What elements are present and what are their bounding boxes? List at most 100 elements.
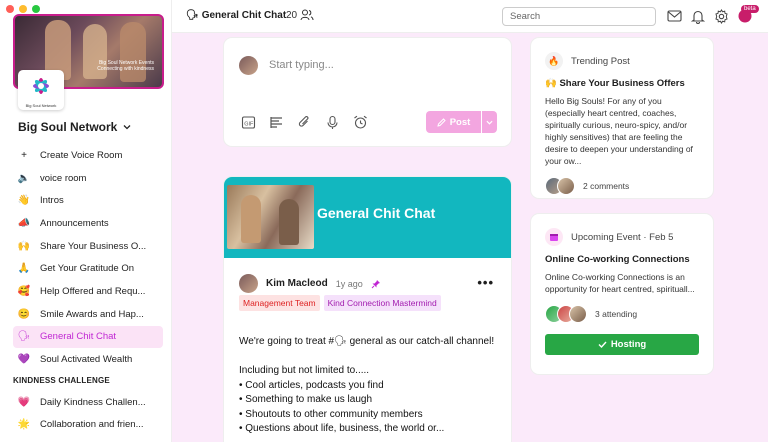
- member-count-value: 20: [286, 9, 298, 21]
- community-logo[interactable]: Big Soul Network: [18, 70, 64, 110]
- fire-icon: 🔥: [545, 52, 563, 70]
- member-count[interactable]: 20: [286, 9, 314, 21]
- post-bullet: • Cool articles, podcasts you find: [239, 379, 384, 391]
- members-icon: [300, 9, 314, 21]
- sidebar-item-label: Daily Kindness Challen...: [40, 396, 146, 408]
- plus-icon: +: [21, 149, 27, 161]
- community-switcher[interactable]: Big Soul Network: [18, 120, 131, 134]
- sidebar-item-soul-wealth[interactable]: 💜 Soul Activated Wealth: [13, 348, 163, 371]
- beta-feature-button[interactable]: beta: [737, 5, 759, 26]
- hero-title: General Chit Chat: [317, 205, 436, 221]
- pin-icon: [371, 279, 380, 288]
- section-header-kindness[interactable]: KINDNESS CHALLENGE: [13, 371, 163, 391]
- post-bullet: • Something to make us laugh: [239, 394, 373, 405]
- trending-header: 🔥 Trending Post: [531, 38, 713, 70]
- raised-hands-icon: 🙌: [17, 240, 31, 252]
- event-footer: 3 attending: [531, 295, 713, 323]
- sidebar-item-label: Intros: [40, 195, 64, 207]
- beta-badge: beta: [741, 5, 759, 13]
- post-author: Kim Macleod 1y ago: [239, 274, 381, 293]
- sidebar-item-collaboration[interactable]: 🌟 Collaboration and frien...: [13, 414, 163, 437]
- poll-icon[interactable]: [269, 115, 284, 130]
- megaphone-icon: 📣: [17, 217, 31, 229]
- channel-title-text: General Chit Chat: [201, 10, 287, 21]
- trending-post-card[interactable]: 🔥 Trending Post 🙌 Share Your Business Of…: [531, 38, 713, 198]
- avatar: [239, 56, 258, 75]
- sidebar-item-general-chit-chat[interactable]: 🗣 General Chit Chat: [13, 325, 163, 349]
- praying-hands-icon: 🙏: [17, 263, 31, 275]
- microphone-icon[interactable]: [325, 115, 340, 130]
- more-options-icon[interactable]: •••: [477, 275, 494, 290]
- svg-text:GIF: GIF: [244, 122, 254, 128]
- event-title[interactable]: Online Co-working Connections: [531, 246, 713, 265]
- avatar: [557, 177, 575, 195]
- smile-icon: 😊: [17, 308, 31, 320]
- zoom-window-button[interactable]: [32, 5, 40, 13]
- chevron-down-icon: [123, 125, 131, 130]
- community-name: Big Soul Network: [18, 120, 118, 134]
- tag-management-team: Management Team: [239, 295, 320, 311]
- sidebar-item-label: Get Your Gratitude On: [40, 263, 135, 275]
- trending-description: Hello Big Souls! For any of you (especia…: [545, 96, 693, 166]
- alarm-clock-icon[interactable]: [353, 115, 368, 130]
- gif-icon[interactable]: GIF: [241, 115, 256, 130]
- sidebar-item-create-voice-room[interactable]: + Create Voice Room: [13, 144, 163, 167]
- event-description: Online Co-working Connections is an oppo…: [545, 272, 695, 294]
- post-button[interactable]: Post: [426, 111, 497, 133]
- commenter-avatars: [545, 177, 575, 195]
- post-bullet: • Shoutouts to other community members: [239, 408, 423, 420]
- sidebar-item-label: voice room: [40, 172, 87, 184]
- speaker-icon: 🔈: [17, 172, 31, 184]
- sidebar-item-announcements[interactable]: 📣 Announcements: [13, 212, 163, 235]
- post-button-main[interactable]: Post: [426, 117, 481, 128]
- event-header-label: Upcoming Event · Feb 5: [571, 231, 674, 243]
- event-header: Upcoming Event · Feb 5: [531, 214, 713, 246]
- gear-icon[interactable]: [714, 9, 729, 24]
- post-button-label: Post: [449, 116, 471, 128]
- minimize-window-button[interactable]: [19, 5, 27, 13]
- post-hero: General Chit Chat: [224, 177, 511, 258]
- purple-heart-icon: 💜: [17, 354, 31, 366]
- avatar[interactable]: [239, 274, 258, 293]
- sidebar-item-label: Smile Awards and Hap...: [40, 308, 144, 320]
- post-timestamp: 1y ago: [335, 278, 363, 289]
- sidebar-item-label: Share Your Business O...: [40, 240, 147, 252]
- sidebar-nav: + Create Voice Room 🔈 voice room 👋 Intros 📣…: [13, 144, 163, 436]
- composer-input[interactable]: Start typing...: [269, 59, 334, 71]
- comment-count[interactable]: 2 comments: [583, 181, 629, 191]
- sidebar-item-label: Soul Activated Wealth: [40, 354, 133, 366]
- tag-kind-connection: Kind Connection Mastermind: [323, 295, 441, 311]
- bell-icon[interactable]: [691, 9, 705, 24]
- attending-count[interactable]: 3 attending: [595, 309, 637, 319]
- sidebar-item-gratitude[interactable]: 🙏 Get Your Gratitude On: [13, 257, 163, 280]
- sidebar-item-intros[interactable]: 👋 Intros: [13, 189, 163, 212]
- sidebar-item-label: Collaboration and frien...: [40, 419, 144, 431]
- upcoming-event-card[interactable]: Upcoming Event · Feb 5 Online Co-working…: [531, 214, 713, 374]
- search-input[interactable]: Search: [502, 7, 656, 26]
- calendar-icon: [545, 228, 563, 246]
- post-composer: Start typing... GIF Post: [224, 38, 511, 146]
- close-window-button[interactable]: [6, 5, 14, 13]
- author-tags: Management Team Kind Connection Mastermi…: [239, 295, 441, 311]
- post-options-dropdown[interactable]: [481, 111, 497, 133]
- trending-header-label: Trending Post: [571, 55, 630, 67]
- sidebar-item-smile-awards[interactable]: 😊 Smile Awards and Hap...: [13, 303, 163, 326]
- attachment-icon[interactable]: [297, 115, 312, 130]
- mail-icon[interactable]: [667, 9, 682, 23]
- pencil-icon: [437, 117, 446, 127]
- composer-toolbar: GIF: [241, 115, 368, 130]
- star-icon: 🌟: [17, 419, 31, 431]
- sidebar-item-help-offered[interactable]: 🥰 Help Offered and Requ...: [13, 280, 163, 303]
- sidebar-item-voice-room[interactable]: 🔈 voice room: [13, 167, 163, 190]
- sidebar-item-daily-kindness[interactable]: 💗 Daily Kindness Challen...: [13, 391, 163, 414]
- sidebar-item-share-business[interactable]: 🙌 Share Your Business O...: [13, 235, 163, 258]
- hosting-label: Hosting: [610, 339, 647, 350]
- banner-text: Big Soul Network Events Connecting with …: [97, 60, 154, 72]
- trending-title[interactable]: 🙌 Share Your Business Offers: [531, 70, 713, 89]
- speaking-head-icon: 🗣: [186, 10, 199, 21]
- post-body: We're going to treat #🗣 general as our c…: [239, 335, 494, 437]
- author-name[interactable]: Kim Macleod: [266, 278, 328, 289]
- sidebar-item-label: Announcements: [40, 217, 109, 229]
- window-controls: [6, 5, 40, 13]
- hosting-button[interactable]: Hosting: [545, 334, 699, 355]
